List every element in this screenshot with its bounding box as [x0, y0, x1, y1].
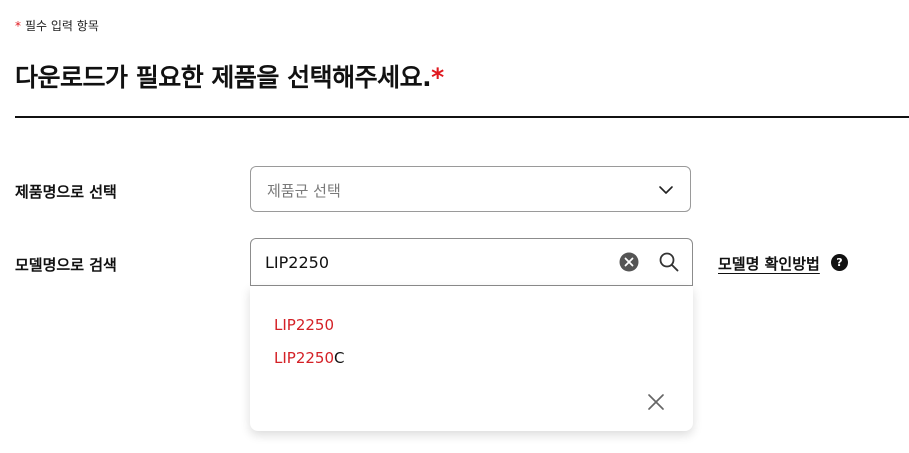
title-divider	[15, 116, 909, 118]
model-search-label: 모델명으로 검색	[15, 256, 117, 274]
required-note-text: 필수 입력 항목	[25, 19, 99, 33]
page-title: 다운로드가 필요한 제품을 선택해주세요.*	[15, 58, 444, 94]
question-icon[interactable]: ?	[831, 254, 848, 271]
search-icon[interactable]	[658, 251, 680, 273]
product-select-label: 제품명으로 선택	[15, 183, 117, 201]
product-category-select[interactable]: 제품군 선택	[250, 166, 691, 212]
clear-circle-icon[interactable]	[619, 252, 639, 272]
model-search-input[interactable]	[265, 250, 595, 274]
suggestion-item[interactable]: LIP2250	[274, 316, 334, 334]
model-search-box	[250, 238, 693, 286]
required-field-note: * 필수 입력 항목	[15, 17, 99, 34]
page-title-text: 다운로드가 필요한 제품을 선택해주세요.	[15, 63, 432, 92]
chevron-down-icon	[659, 186, 673, 194]
title-required-star: *	[431, 63, 444, 92]
model-name-help-link[interactable]: 모델명 확인방법	[718, 253, 820, 274]
suggestion-item[interactable]: LIP2250C	[274, 349, 344, 367]
suggestion-match-text: LIP2250	[274, 349, 334, 367]
suggestion-match-text: LIP2250	[274, 316, 334, 334]
required-star: *	[15, 19, 21, 33]
product-category-placeholder: 제품군 선택	[267, 182, 341, 200]
suggestion-rest-text: C	[334, 349, 345, 367]
close-icon[interactable]	[647, 393, 665, 411]
suggestion-dropdown: LIP2250 LIP2250C	[250, 286, 693, 431]
